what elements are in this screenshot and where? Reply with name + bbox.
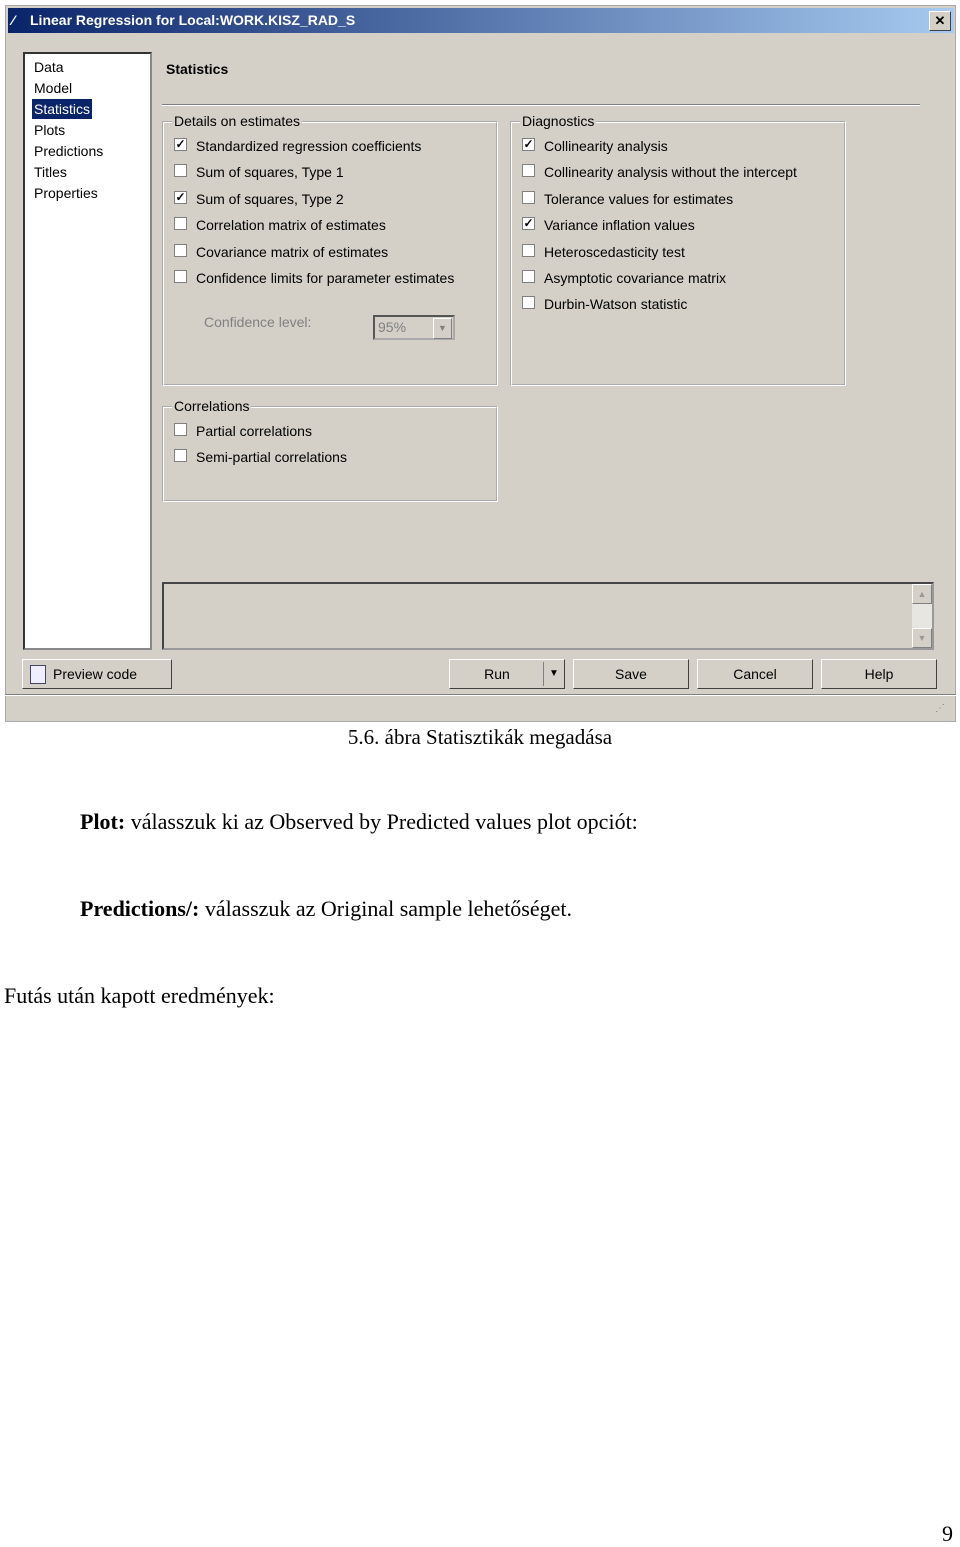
checkbox-box[interactable] <box>174 243 187 257</box>
figure-caption: 5.6. ábra Statisztikák megadása <box>347 725 613 749</box>
nav-item-predictions[interactable]: Predictions <box>32 141 105 161</box>
run-button[interactable]: Run ▼ <box>449 659 565 689</box>
chevron-down-icon: ▼ <box>433 318 452 339</box>
nav-item-properties[interactable]: Properties <box>32 183 100 203</box>
scroll-down-icon[interactable]: ▼ <box>912 628 932 648</box>
checkbox-label: Sum of squares, Type 2 <box>196 190 344 207</box>
checkbox-label: Partial correlations <box>196 423 312 439</box>
resize-grip-icon[interactable]: ⋰ <box>935 703 945 714</box>
checkbox-label: Confidence limits for parameter estimate… <box>196 270 455 286</box>
confidence-level-select[interactable]: 95% ▼ <box>373 315 455 340</box>
run-dropdown-icon[interactable]: ▼ <box>543 662 564 686</box>
checkbox-box[interactable] <box>174 449 187 463</box>
paragraph-results: Futás után kapott eredmények: <box>4 983 275 1008</box>
page-number: 9 <box>942 1521 953 1546</box>
checkbox-box[interactable] <box>522 164 535 178</box>
help-button[interactable]: Help <box>821 659 937 689</box>
nav-item-plots[interactable]: Plots <box>32 120 67 140</box>
nav-item-model[interactable]: Model <box>32 78 74 98</box>
checkbox-box[interactable] <box>522 296 535 310</box>
title-bar: ⁄ Linear Regression for Local:WORK.KISZ_… <box>8 8 954 33</box>
checkbox-box[interactable] <box>522 190 535 204</box>
bold-label: Predictions/: <box>80 896 200 921</box>
bold-label: Plot: <box>80 809 126 834</box>
checkbox-label: Durbin-Watson statistic <box>544 296 688 313</box>
button-label: Preview code <box>53 666 138 682</box>
checkbox-label: Heteroscedasticity test <box>544 243 685 260</box>
scroll-up-icon[interactable]: ▲ <box>912 584 932 604</box>
checkbox-box[interactable]: ✓ <box>174 138 187 151</box>
checkbox-box[interactable] <box>174 217 187 231</box>
confidence-value: 95% <box>378 319 407 335</box>
checkbox-label: Sum of squares, Type 1 <box>196 164 344 181</box>
checkbox-box[interactable] <box>174 423 187 436</box>
confidence-level-label: Confidence level: <box>204 314 312 330</box>
button-label: Run <box>484 666 510 682</box>
notepad-icon <box>30 665 46 684</box>
paragraph-plot: Plot: válasszuk ki az Observed by Predic… <box>80 809 638 835</box>
checkbox-label: Collinearity analysis <box>544 138 668 154</box>
text: válasszuk az Original sample lehetőséget… <box>199 896 573 921</box>
nav-item-titles[interactable]: Titles <box>32 162 69 182</box>
scrollbar[interactable]: ▲ ▼ <box>912 584 932 648</box>
checkbox-box[interactable] <box>522 243 535 257</box>
nav-item-statistics[interactable]: Statistics <box>32 99 93 119</box>
close-button[interactable]: ✕ <box>929 11 951 31</box>
checkbox-label: Variance inflation values <box>544 217 695 234</box>
group-label: Diagnostics <box>520 113 597 129</box>
save-button[interactable]: Save <box>573 659 689 689</box>
checkbox-label: Correlation matrix of estimates <box>196 217 386 234</box>
app-icon: ⁄ <box>12 12 15 28</box>
checkbox-label: Asymptotic covariance matrix <box>544 270 727 286</box>
checkbox-label: Collinearity analysis without the interc… <box>544 164 797 181</box>
checkbox-label: Standardized regression coefficients <box>196 138 422 154</box>
nav-list: Data Model Statistics Plots Predictions Title… <box>23 52 152 650</box>
checkbox-box[interactable]: ✓ <box>174 190 187 204</box>
checkbox-label: Tolerance values for estimates <box>544 190 734 207</box>
group-label: Correlations <box>172 398 252 414</box>
section-title: Statistics <box>166 61 229 77</box>
group-label: Details on estimates <box>172 113 303 129</box>
cancel-button[interactable]: Cancel <box>697 659 813 689</box>
checkbox-label: Covariance matrix of estimates <box>196 243 389 260</box>
checkbox-label: Semi-partial correlations <box>196 449 347 466</box>
checkbox-box[interactable] <box>522 270 535 283</box>
message-area[interactable]: ▲ ▼ <box>162 582 934 650</box>
text: válasszuk ki az Observed by Predicted va… <box>125 809 638 834</box>
nav-item-data[interactable]: Data <box>32 57 66 77</box>
status-bar-divider <box>5 694 956 696</box>
checkbox-box[interactable]: ✓ <box>522 138 535 151</box>
checkbox-box[interactable] <box>174 164 187 178</box>
paragraph-predictions: Predictions/: válasszuk az Original samp… <box>80 896 572 922</box>
preview-code-button[interactable]: Preview code <box>22 659 172 689</box>
dialog-title: Linear Regression for Local:WORK.KISZ_RA… <box>30 12 356 28</box>
divider <box>162 104 920 106</box>
checkbox-box[interactable]: ✓ <box>522 217 535 231</box>
checkbox-box[interactable] <box>174 270 187 283</box>
